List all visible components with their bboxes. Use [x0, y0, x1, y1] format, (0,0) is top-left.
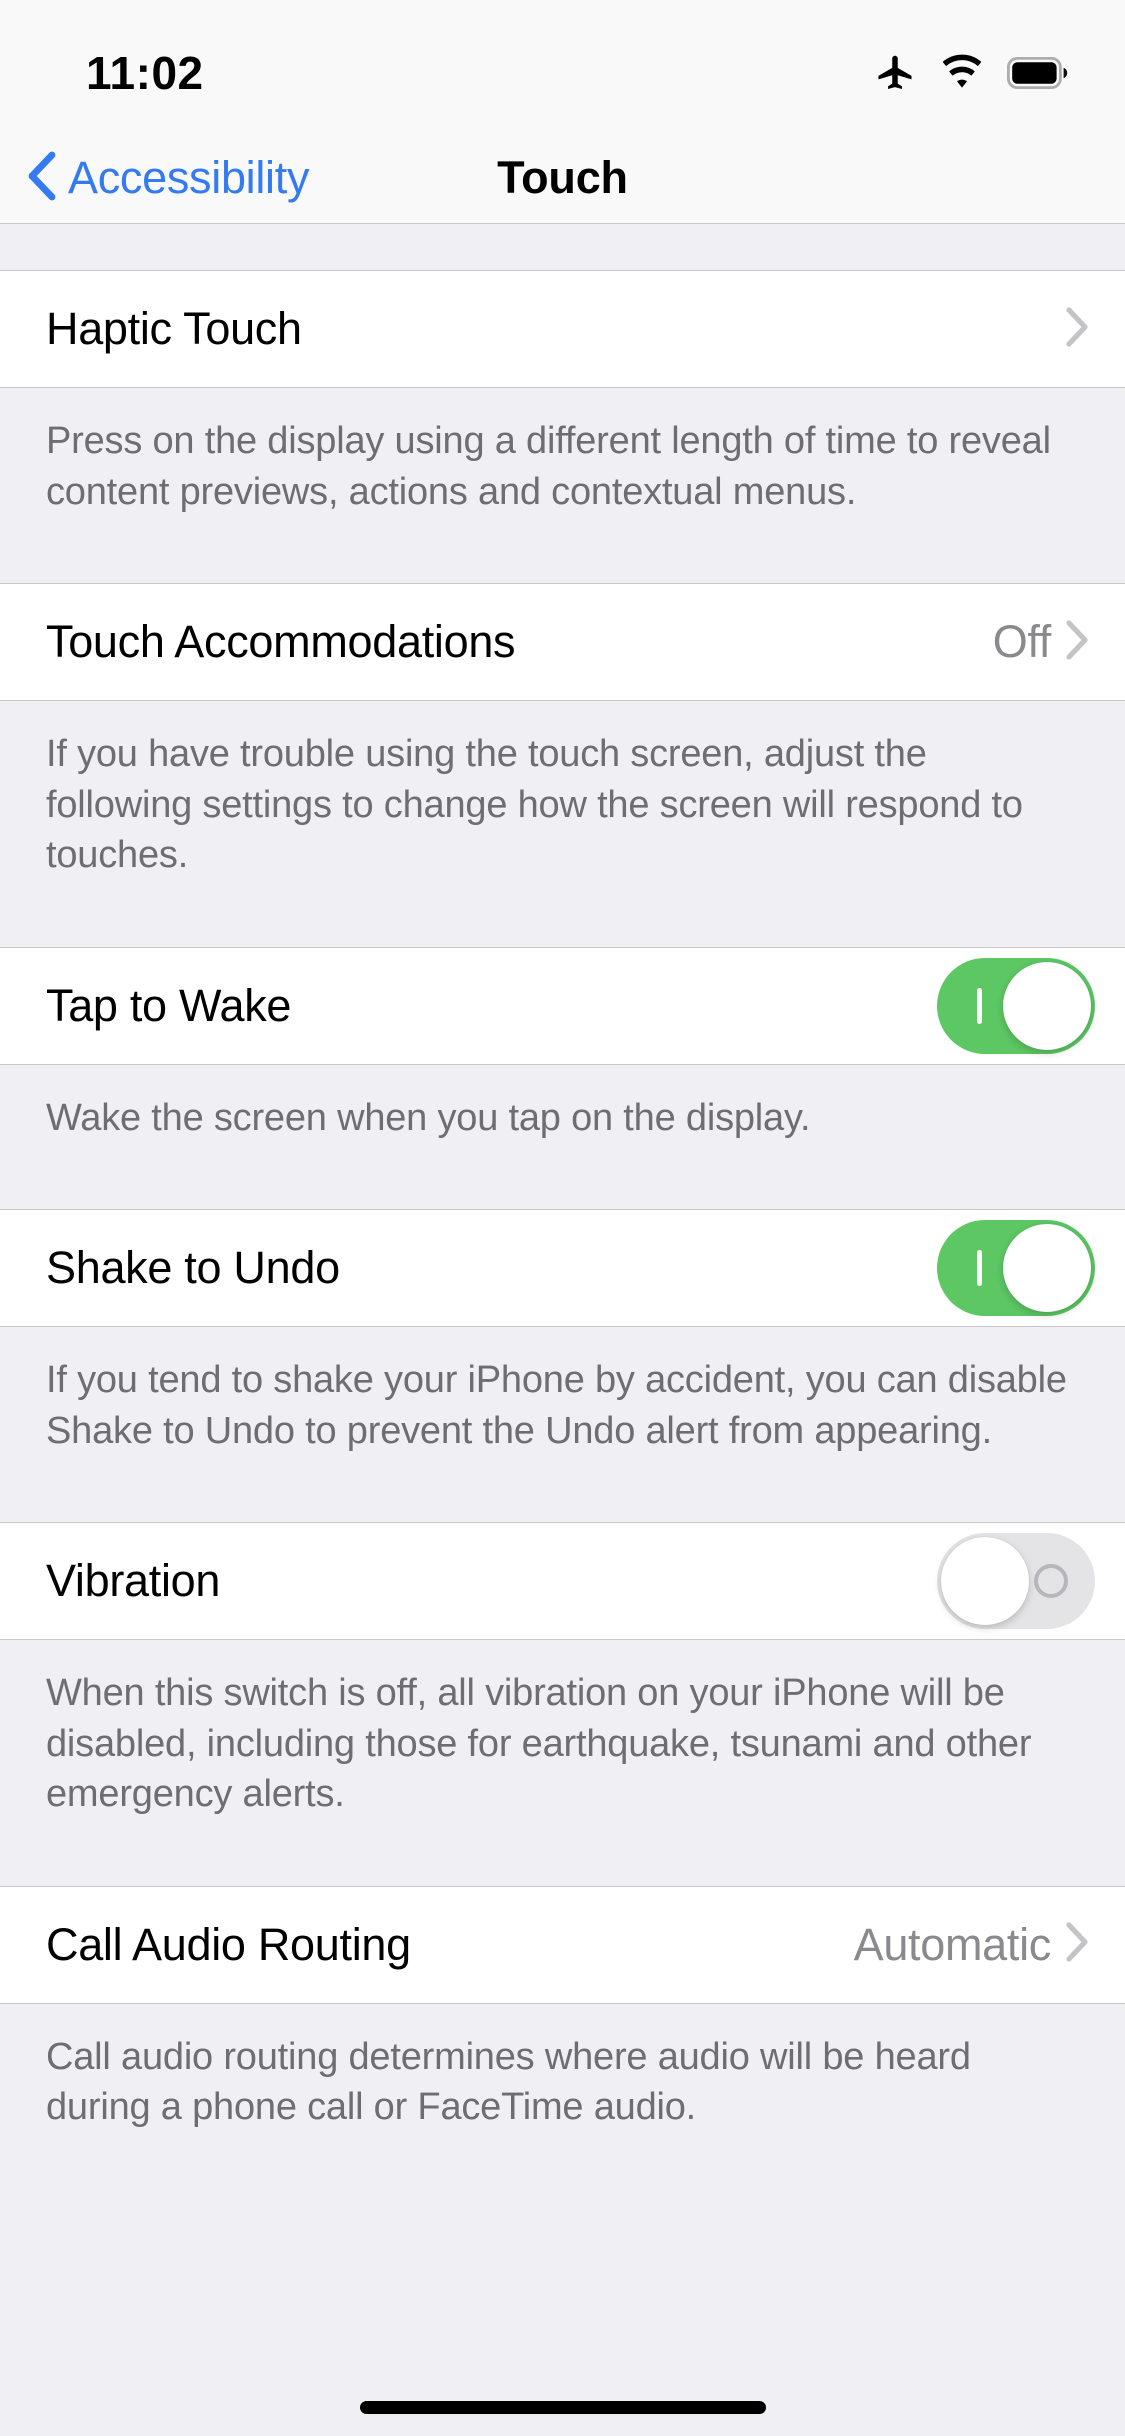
switch-tap-to-wake[interactable]: [937, 957, 1095, 1054]
on-bar-glyph-icon: [977, 1250, 982, 1287]
chevron-right-icon: [1065, 619, 1089, 666]
row-accessory: [937, 1533, 1095, 1630]
row-title: Tap to Wake: [46, 979, 292, 1031]
wifi-icon: [939, 51, 985, 95]
settings-list: Haptic Touch Press on the display using …: [0, 224, 1125, 2179]
back-button-accessibility[interactable]: Accessibility: [26, 132, 309, 224]
row-value: Off: [992, 616, 1052, 668]
row-accessory: Automatic: [854, 1919, 1095, 1971]
row-title: Vibration: [46, 1555, 221, 1607]
row-accessory: [937, 1220, 1095, 1317]
footer-vibration: When this switch is off, all vibration o…: [0, 1640, 1125, 1886]
battery-icon: [1007, 57, 1069, 89]
switch-knob: [941, 1537, 1029, 1626]
row-call-audio-routing[interactable]: Call Audio Routing Automatic: [0, 1885, 1125, 2004]
switch-shake-to-undo[interactable]: [937, 1220, 1095, 1317]
list-top-gap: [0, 224, 1125, 270]
status-bar-clock: 11:02: [86, 47, 204, 99]
row-tap-to-wake[interactable]: Tap to Wake: [0, 946, 1125, 1065]
row-accessory: [937, 957, 1095, 1054]
row-vibration[interactable]: Vibration: [0, 1522, 1125, 1641]
switch-knob: [1003, 1224, 1091, 1313]
airplane-mode-icon: [873, 51, 917, 95]
footer-touch-accommodations: If you have trouble using the touch scre…: [0, 701, 1125, 947]
off-circle-glyph-icon: [1034, 1564, 1068, 1599]
chevron-right-icon: [1065, 1921, 1089, 1968]
footer-call-audio-routing: Call audio routing determines where audi…: [0, 2003, 1125, 2179]
status-bar: 11:02: [0, 0, 1125, 132]
row-shake-to-undo[interactable]: Shake to Undo: [0, 1209, 1125, 1328]
footer-tap-to-wake: Wake the screen when you tap on the disp…: [0, 1064, 1125, 1210]
status-bar-icons: [873, 51, 1069, 95]
row-title: Touch Accommodations: [46, 616, 516, 668]
home-indicator-bar[interactable]: [359, 2401, 766, 2414]
row-title: Haptic Touch: [46, 303, 302, 354]
row-title: Shake to Undo: [46, 1242, 340, 1294]
footer-shake-to-undo: If you tend to shake your iPhone by acci…: [0, 1327, 1125, 1523]
on-bar-glyph-icon: [977, 987, 982, 1024]
row-haptic-touch[interactable]: Haptic Touch: [0, 270, 1125, 388]
switch-knob: [1003, 961, 1091, 1050]
row-title: Call Audio Routing: [46, 1918, 411, 1970]
footer-haptic-touch: Press on the display using a different l…: [0, 388, 1125, 584]
row-accessory: Off: [993, 616, 1095, 668]
iphone-settings-touch-screen: 11:02 Accessibility Touch Haptic Touch P…: [0, 0, 1125, 2436]
chevron-right-icon: [1065, 306, 1089, 353]
switch-vibration[interactable]: [937, 1533, 1095, 1630]
row-accessory: [1051, 306, 1095, 353]
row-value: Automatic: [853, 1918, 1052, 1970]
chevron-left-icon: [26, 150, 58, 207]
navigation-bar: Accessibility Touch: [0, 132, 1125, 224]
row-touch-accommodations[interactable]: Touch Accommodations Off: [0, 583, 1125, 702]
back-button-label: Accessibility: [68, 152, 310, 203]
